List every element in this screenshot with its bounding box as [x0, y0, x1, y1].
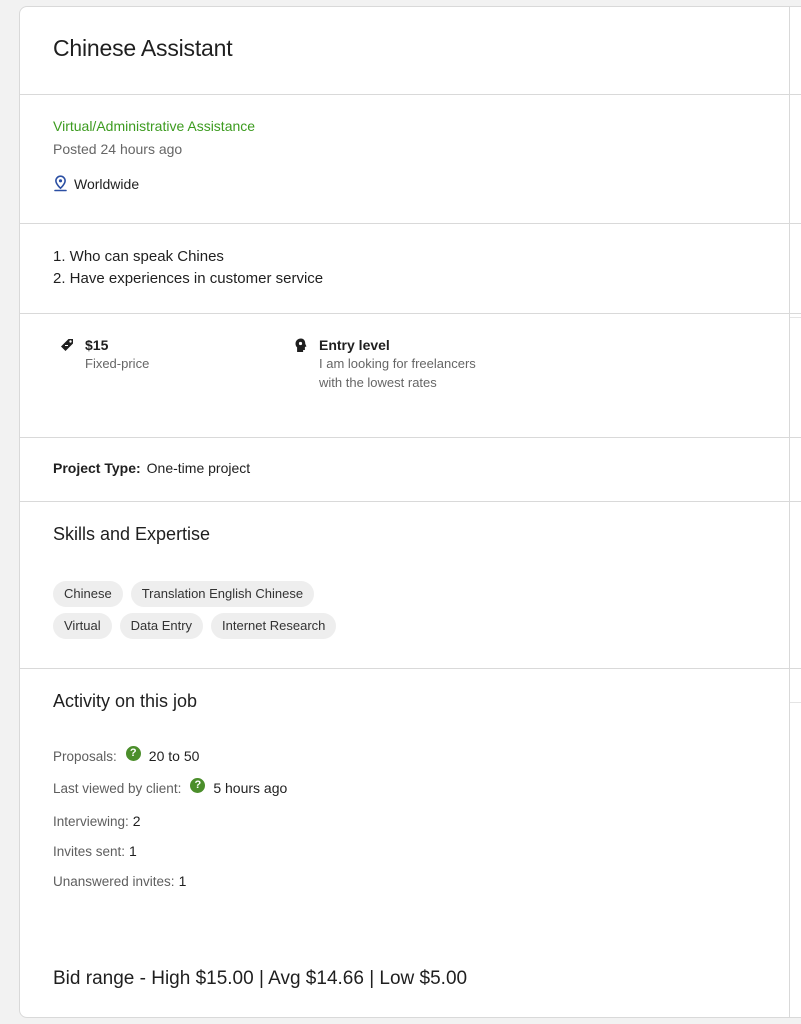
- help-icon[interactable]: ?: [125, 745, 141, 761]
- skill-chip[interactable]: Virtual: [53, 613, 112, 639]
- price-tag-icon: [61, 339, 73, 351]
- unanswered-invites-value: 1: [178, 873, 187, 889]
- location-text: Worldwide: [74, 175, 140, 192]
- job-details-page: Chinese Assistant Virtual/Administrative…: [0, 0, 801, 1024]
- interviewing-value: 2: [132, 813, 141, 829]
- skills-heading: Skills and Expertise: [53, 524, 211, 544]
- right-panel-divider: [790, 317, 801, 318]
- price-type: Fixed-price: [85, 356, 150, 371]
- skills-row: Virtual Data Entry Internet Research: [53, 613, 553, 639]
- proposals-label: Proposals:: [53, 748, 117, 764]
- last-viewed-label: Last viewed by client:: [53, 780, 182, 796]
- divider: [20, 313, 801, 314]
- experience-level-desc: with the lowest rates: [319, 375, 437, 390]
- price-value: $15: [85, 337, 109, 353]
- unanswered-invites-row: Unanswered invites: 1: [53, 873, 186, 889]
- price-feature: $15 Fixed-price: [59, 336, 149, 373]
- project-type-value: One-time project: [146, 460, 251, 476]
- location: Worldwide: [53, 175, 801, 192]
- skill-chip[interactable]: Internet Research: [211, 613, 337, 639]
- proposals-value: 20 to 50: [148, 748, 200, 764]
- experience-level-feature: Entry level I am looking for freelancers…: [293, 336, 476, 392]
- skills-section: Skills and Expertise: [20, 524, 801, 545]
- interviewing-label: Interviewing:: [53, 813, 129, 829]
- divider: [20, 223, 801, 224]
- skill-chip[interactable]: Chinese: [53, 581, 123, 607]
- divider: [20, 501, 801, 502]
- activity-heading: Activity on this job: [53, 691, 198, 711]
- proposals-row: Proposals: ? 20 to 50: [53, 745, 200, 764]
- bid-range: Bid range - High $15.00 | Avg $14.66 | L…: [53, 968, 468, 989]
- invites-sent-value: 1: [129, 843, 137, 859]
- job-title: Chinese Assistant: [53, 35, 233, 61]
- job-details-card: Chinese Assistant Virtual/Administrative…: [19, 6, 801, 1018]
- experience-level-desc: I am looking for freelancers: [319, 356, 476, 371]
- location-pin-icon: [54, 175, 67, 192]
- description-section: 1. Who can speak Chines 2. Have experien…: [20, 246, 801, 290]
- description-line: 2. Have experiences in customer service: [53, 270, 324, 287]
- title-section: Chinese Assistant: [20, 35, 801, 62]
- skills-row: Chinese Translation English Chinese: [53, 581, 553, 607]
- project-type-label: Project Type:: [53, 460, 141, 476]
- invites-sent-row: Invites sent: 1: [53, 843, 137, 859]
- project-type-section: Project Type: One-time project: [20, 460, 801, 476]
- interviewing-row: Interviewing: 2: [53, 813, 141, 829]
- experience-level-title: Entry level: [319, 337, 390, 353]
- right-panel-border: [789, 6, 790, 1018]
- skills-list: Chinese Translation English Chinese Virt…: [53, 581, 553, 645]
- last-viewed-row: Last viewed by client: ? 5 hours ago: [53, 777, 288, 796]
- right-panel-divider: [790, 702, 801, 703]
- divider: [20, 668, 801, 669]
- divider: [20, 94, 801, 95]
- invites-sent-label: Invites sent:: [53, 843, 126, 859]
- divider: [20, 437, 801, 438]
- help-icon[interactable]: ?: [190, 777, 206, 793]
- meta-section: Virtual/Administrative Assistance Posted…: [20, 118, 801, 192]
- skill-chip[interactable]: Translation English Chinese: [130, 581, 315, 607]
- last-viewed-value: 5 hours ago: [213, 780, 288, 796]
- activity-section: Activity on this job: [20, 691, 801, 712]
- expertise-level-icon: [295, 338, 307, 352]
- project-type: Project Type: One-time project: [53, 460, 801, 476]
- description-line: 1. Who can speak Chines: [53, 248, 224, 265]
- unanswered-invites-label: Unanswered invites:: [53, 873, 175, 889]
- skill-chip[interactable]: Data Entry: [119, 613, 204, 639]
- posted-time: Posted 24 hours ago: [53, 141, 183, 157]
- job-category-link[interactable]: Virtual/Administrative Assistance: [53, 118, 801, 134]
